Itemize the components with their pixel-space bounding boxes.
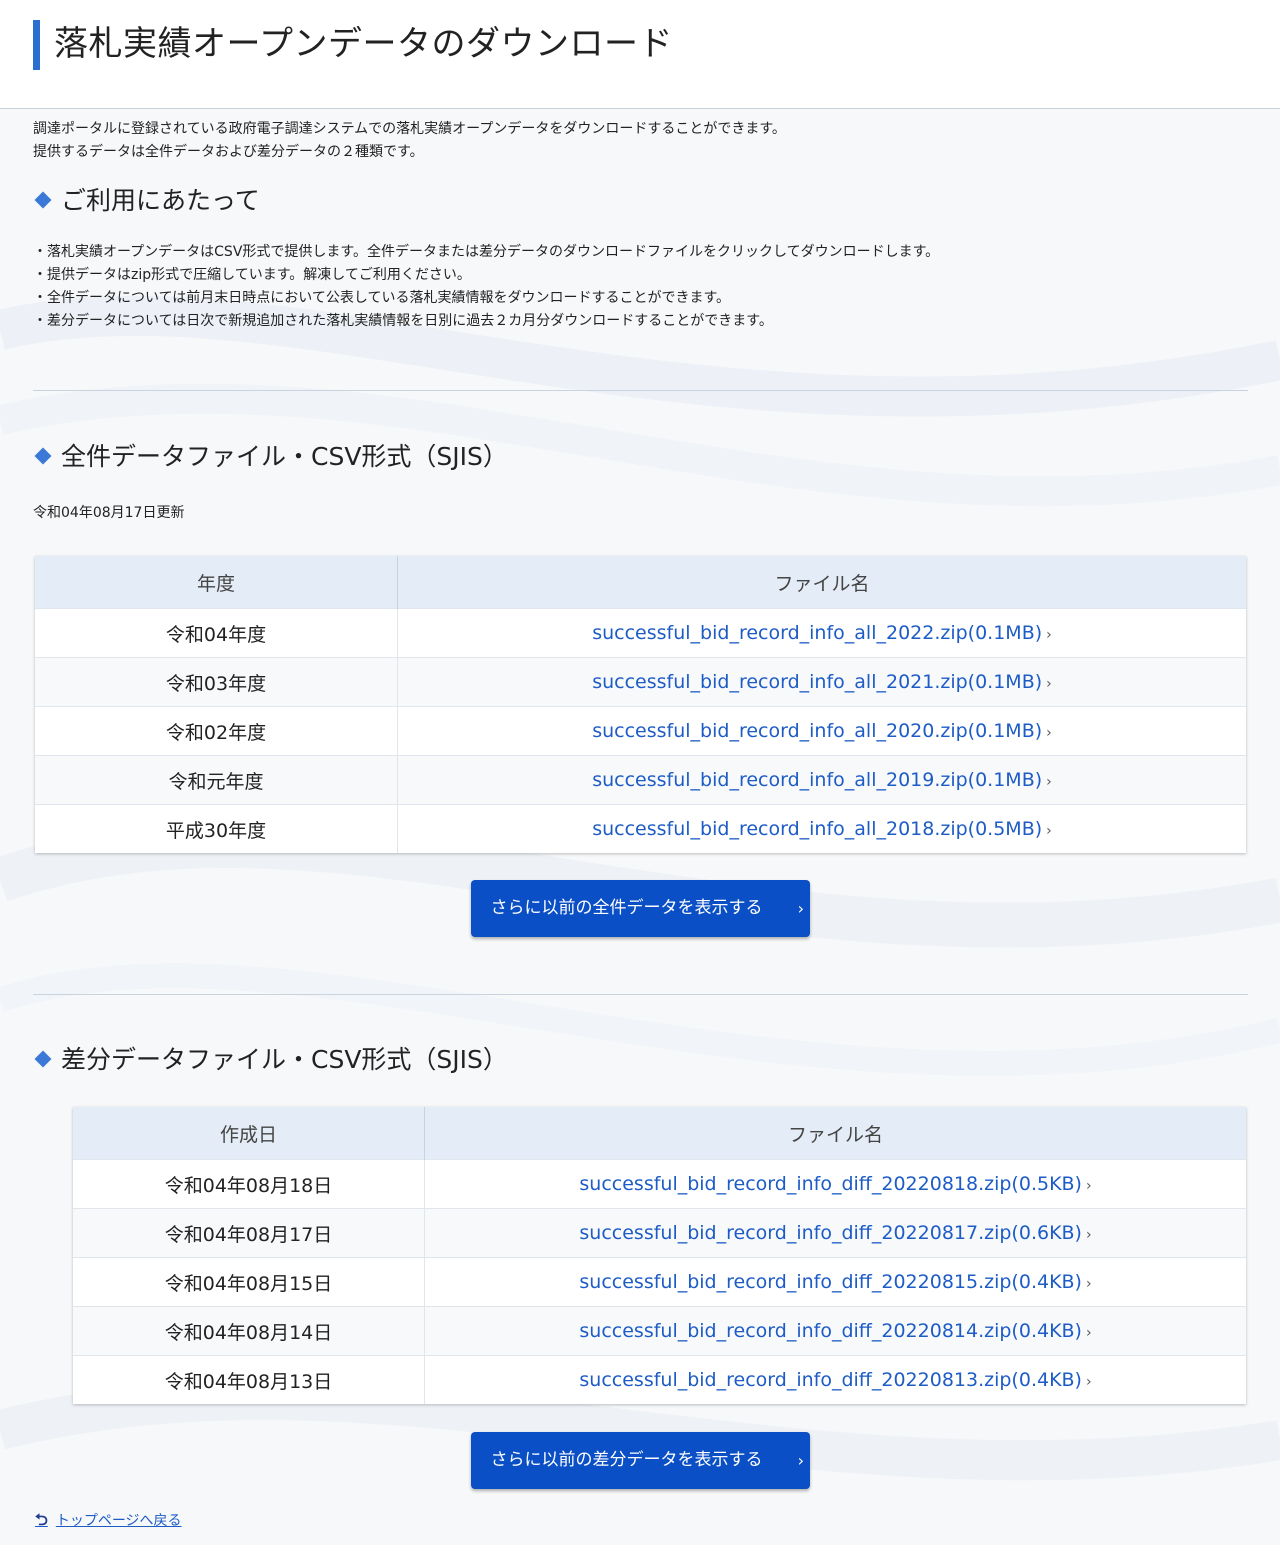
date-cell: 令和04年08月17日 [73,1208,425,1258]
show-more-full-data-label: さらに以前の全件データを表示する [490,898,763,918]
year-cell: 令和02年度 [35,706,398,756]
show-more-full-data-button[interactable]: さらに以前の全件データを表示する › [471,880,810,937]
file-download-link[interactable]: successful_bid_record_info_all_2021.zip(… [592,671,1042,693]
chevron-right-icon: › [1085,1178,1092,1194]
file-cell: successful_bid_record_info_diff_20220817… [424,1208,1246,1258]
table-row: 令和04年度 successful_bid_record_info_all_20… [35,608,1246,658]
file-download-link[interactable]: successful_bid_record_info_all_2022.zip(… [592,622,1042,644]
table-row: 令和04年08月15日 successful_bid_record_info_d… [73,1257,1246,1307]
file-download-link[interactable]: successful_bid_record_info_diff_20220815… [579,1271,1082,1293]
chevron-right-icon: › [1046,627,1052,643]
date-cell: 令和04年08月14日 [73,1306,425,1356]
file-download-link[interactable]: successful_bid_record_info_all_2018.zip(… [592,818,1042,840]
usage-note: ・差分データについては日次で新規追加された落札実績情報を日別に過去２カ月分ダウン… [33,313,773,329]
file-cell: successful_bid_record_info_diff_20220814… [424,1306,1246,1356]
file-download-link[interactable]: successful_bid_record_info_diff_20220813… [579,1369,1082,1391]
usage-heading-text: ご利用にあたって [61,186,260,215]
chevron-right-icon: › [1046,725,1052,741]
intro-line: 提供するデータは全件データおよび差分データの２種類です。 [33,144,424,160]
date-cell: 令和04年08月15日 [73,1257,425,1307]
file-cell: successful_bid_record_info_all_2022.zip(… [397,608,1246,658]
table-row: 令和04年08月17日 successful_bid_record_info_d… [73,1208,1246,1258]
file-cell: successful_bid_record_info_diff_20220813… [424,1355,1246,1404]
page-title: 落札実績オープンデータのダウンロード [54,24,673,64]
file-download-link[interactable]: successful_bid_record_info_diff_20220814… [579,1320,1082,1342]
file-download-link[interactable]: successful_bid_record_info_diff_20220818… [579,1173,1082,1195]
year-cell: 平成30年度 [35,804,398,853]
file-download-link[interactable]: successful_bid_record_info_diff_20220817… [579,1222,1082,1244]
file-cell: successful_bid_record_info_all_2021.zip(… [397,657,1246,707]
year-cell: 令和元年度 [35,755,398,805]
column-header-date: 作成日 [73,1107,425,1160]
file-cell: successful_bid_record_info_all_2020.zip(… [397,706,1246,756]
full-data-table: 年度 ファイル名 令和04年度 successful_bid_record_in… [35,556,1246,853]
diamond-icon [34,191,52,209]
diamond-icon [34,447,52,465]
title-accent-bar [33,20,40,70]
chevron-right-icon: › [1046,823,1052,839]
chevron-right-icon: › [1046,676,1052,692]
chevron-right-icon: › [1085,1325,1092,1341]
diff-data-heading-text: 差分データファイル・CSV形式（SJIS） [61,1045,508,1074]
year-cell: 令和04年度 [35,608,398,658]
back-to-top-label: トップページへ戻る [55,1513,182,1529]
table-row: 令和04年08月18日 successful_bid_record_info_d… [73,1159,1246,1209]
chevron-right-icon: › [1085,1227,1092,1243]
file-cell: successful_bid_record_info_all_2019.zip(… [397,755,1246,805]
usage-note: ・落札実績オープンデータはCSV形式で提供します。全件データまたは差分データのダ… [33,244,940,260]
usage-notes: ・落札実績オープンデータはCSV形式で提供します。全件データまたは差分データのダ… [33,241,939,333]
table-row: 令和04年08月14日 successful_bid_record_info_d… [73,1306,1246,1356]
show-more-diff-data-button[interactable]: さらに以前の差分データを表示する › [471,1432,810,1489]
table-row: 令和03年度 successful_bid_record_info_all_20… [35,657,1246,707]
file-cell: successful_bid_record_info_all_2018.zip(… [397,804,1246,853]
file-download-link[interactable]: successful_bid_record_info_all_2019.zip(… [592,769,1042,791]
usage-note: ・全件データについては前月末日時点において公表している落札実績情報をダウンロード… [33,290,731,306]
column-header-filename: ファイル名 [397,556,1246,609]
file-cell: successful_bid_record_info_diff_20220818… [424,1159,1246,1209]
column-header-filename: ファイル名 [424,1107,1246,1160]
year-cell: 令和03年度 [35,657,398,707]
table-row: 令和04年08月13日 successful_bid_record_info_d… [73,1355,1246,1404]
return-arrow-icon: ⮌ [35,1510,48,1529]
chevron-right-icon: › [1085,1276,1092,1292]
intro-line: 調達ポータルに登録されている政府電子調達システムでの落札実績オープンデータをダウ… [33,121,786,137]
chevron-right-icon: › [797,899,804,918]
diff-data-heading: 差分データファイル・CSV形式（SJIS） [33,1043,508,1077]
usage-heading: ご利用にあたって [33,184,260,218]
full-data-heading: 全件データファイル・CSV形式（SJIS） [33,440,508,474]
back-to-top-link[interactable]: ⮌ トップページへ戻る [35,1510,182,1531]
chevron-right-icon: › [1046,774,1052,790]
date-cell: 令和04年08月13日 [73,1355,425,1404]
section-divider [33,390,1248,391]
usage-note: ・提供データはzip形式で圧縮しています。解凍してご利用ください。 [33,267,471,283]
full-data-heading-text: 全件データファイル・CSV形式（SJIS） [61,442,508,471]
file-download-link[interactable]: successful_bid_record_info_all_2020.zip(… [592,720,1042,742]
table-row: 平成30年度 successful_bid_record_info_all_20… [35,804,1246,853]
page-header: 落札実績オープンデータのダウンロード [0,0,1280,109]
chevron-right-icon: › [1085,1374,1092,1390]
diff-data-table: 作成日 ファイル名 令和04年08月18日 successful_bid_rec… [73,1107,1246,1404]
date-cell: 令和04年08月18日 [73,1159,425,1209]
chevron-right-icon: › [797,1451,804,1470]
table-row: 令和02年度 successful_bid_record_info_all_20… [35,706,1246,756]
show-more-diff-data-label: さらに以前の差分データを表示する [490,1450,763,1470]
diamond-icon [34,1050,52,1068]
section-divider [33,994,1248,995]
file-cell: successful_bid_record_info_diff_20220815… [424,1257,1246,1307]
column-header-year: 年度 [35,556,398,609]
full-data-updated: 令和04年08月17日更新 [33,505,185,521]
intro-text: 調達ポータルに登録されている政府電子調達システムでの落札実績オープンデータをダウ… [33,118,786,164]
table-row: 令和元年度 successful_bid_record_info_all_201… [35,755,1246,805]
